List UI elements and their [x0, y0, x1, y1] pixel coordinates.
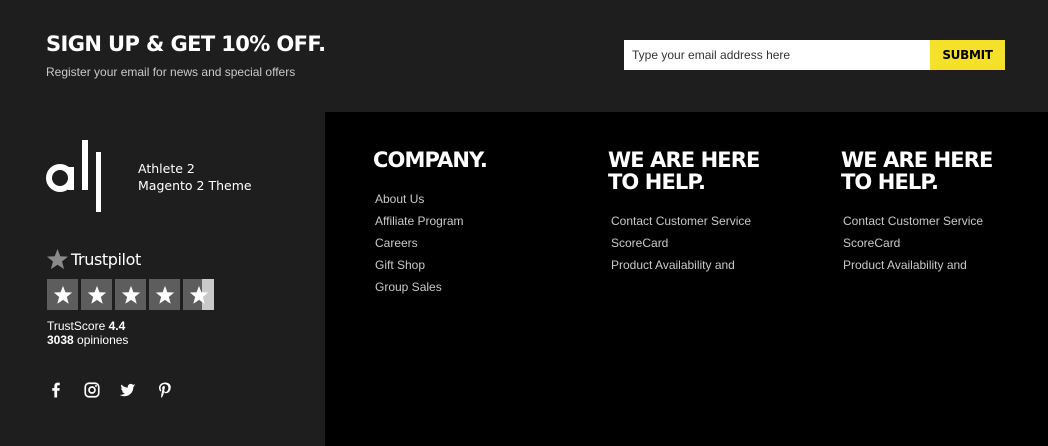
facebook-icon[interactable]	[46, 380, 66, 400]
rating-star-5	[183, 279, 214, 310]
footer-link-about-us[interactable]: About Us	[375, 188, 463, 210]
instagram-icon[interactable]	[82, 380, 102, 400]
footer-link-product-availability[interactable]: Product Availability and	[611, 254, 751, 276]
review-count-value: 3038	[47, 333, 74, 347]
help-links: Contact Customer Service ScoreCard Produ…	[611, 210, 751, 276]
rating-star-2	[81, 279, 112, 310]
review-count: 3038 opiniones	[47, 333, 128, 347]
signup-subtitle: Register your email for news and special…	[46, 65, 296, 79]
athlete-logo-icon[interactable]	[46, 140, 106, 212]
rating-star-3	[115, 279, 146, 310]
review-count-label: opiniones	[77, 333, 129, 347]
trustscore-label: TrustScore	[47, 319, 106, 333]
star-icon	[155, 285, 174, 304]
company-column-title: COMPANY.	[373, 148, 488, 172]
help-column-title: WE ARE HERE TO HELP.	[608, 149, 808, 193]
star-icon	[53, 285, 72, 304]
star-icon	[87, 285, 106, 304]
footer-link-scorecard[interactable]: ScoreCard	[843, 232, 983, 254]
brand-line-1: Athlete 2	[138, 161, 195, 176]
email-input[interactable]	[624, 40, 930, 70]
footer-link-contact-customer-service[interactable]: Contact Customer Service	[611, 210, 751, 232]
trustpilot-rating-stars	[47, 279, 214, 310]
help-title-line-2: TO HELP.	[841, 170, 939, 194]
help-column-title-2: WE ARE HERE TO HELP.	[841, 149, 1041, 193]
footer-link-group-sales[interactable]: Group Sales	[375, 276, 463, 298]
footer-link-contact-customer-service[interactable]: Contact Customer Service	[843, 210, 983, 232]
trustscore-value: 4.4	[108, 319, 126, 333]
brand-line-2: Magento 2 Theme	[138, 178, 252, 193]
footer-link-affiliate-program[interactable]: Affiliate Program	[375, 210, 463, 232]
help-title-line-1: WE ARE HERE	[841, 148, 993, 172]
submit-button[interactable]: SUBMIT	[930, 40, 1005, 70]
star-icon	[189, 285, 208, 304]
trustscore: TrustScore 4.4	[47, 319, 125, 333]
help-title-line-1: WE ARE HERE	[608, 148, 760, 172]
rating-star-4	[149, 279, 180, 310]
newsletter-signup-bar: SIGN UP & GET 10% OFF. Register your ema…	[0, 0, 1048, 112]
help-links-2: Contact Customer Service ScoreCard Produ…	[843, 210, 983, 276]
signup-title: SIGN UP & GET 10% OFF.	[46, 32, 326, 56]
help-title-line-2: TO HELP.	[608, 170, 706, 194]
pinterest-icon[interactable]	[155, 380, 175, 400]
trustpilot-name: Trustpilot	[71, 250, 141, 269]
star-icon	[121, 285, 140, 304]
company-links: About Us Affiliate Program Careers Gift …	[375, 188, 463, 298]
footer-link-gift-shop[interactable]: Gift Shop	[375, 254, 463, 276]
footer-link-careers[interactable]: Careers	[375, 232, 463, 254]
brand-text: Athlete 2 Magento 2 Theme	[138, 160, 252, 194]
footer-link-scorecard[interactable]: ScoreCard	[611, 232, 751, 254]
footer-link-product-availability[interactable]: Product Availability and	[843, 254, 983, 276]
trustpilot-logo[interactable]: Trustpilot	[46, 248, 141, 271]
rating-star-1	[47, 279, 78, 310]
twitter-icon[interactable]	[118, 380, 138, 400]
trustpilot-star-icon	[46, 248, 69, 270]
